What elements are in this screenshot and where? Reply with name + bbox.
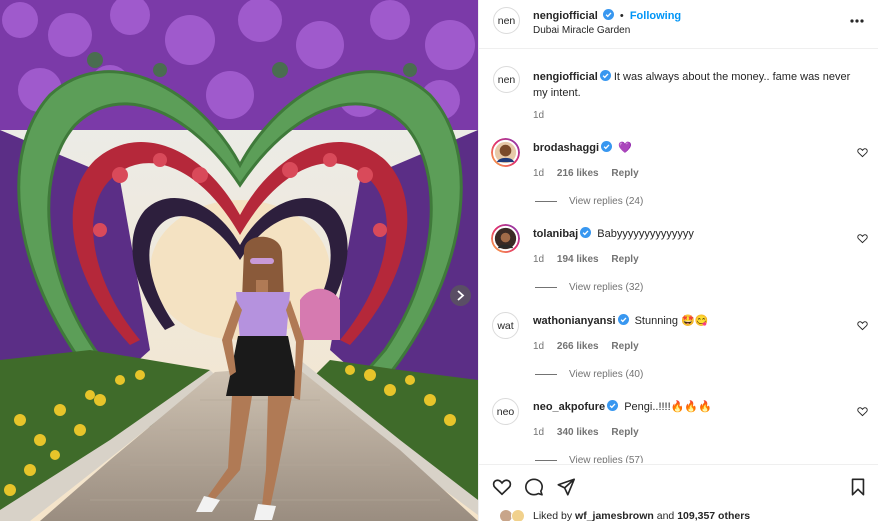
view-replies-button[interactable]: View replies (40) [535,369,643,380]
comment-body: neo_akpofure Pengi..!!!!🔥🔥🔥 [533,400,712,413]
view-replies-text: View replies (57) [569,455,644,463]
comment-body: tolanibaj Babyyyyyyyyyyyyyy [533,227,694,240]
liked-by-summary[interactable]: Liked by wf_jamesbrown and 109,357 other… [533,510,750,521]
comment-likes[interactable]: 194 likes [557,254,599,265]
comment-avatar[interactable]: neo [492,398,519,425]
comment-text: Babyyyyyyyyyyyyyy [597,228,694,240]
comment-heart-icon[interactable] [857,406,868,417]
liker-avatar [511,509,525,521]
comment-username[interactable]: wathonianyansi [533,315,616,327]
comment-meta: 1d 216 likes Reply [533,168,639,179]
view-replies-button[interactable]: View replies (24) [535,196,643,207]
liked-by-prefix: Liked by [533,510,573,521]
liked-by-count[interactable]: 109,357 others [677,510,750,521]
comment-meta: 1d 194 likes Reply [533,254,639,265]
comment-username[interactable]: tolanibaj [533,228,578,240]
view-replies-text: View replies (40) [569,369,644,380]
verified-badge-icon [601,141,613,152]
following-button[interactable]: Following [630,10,681,22]
liked-by-connector: and [656,510,675,521]
comment-likes[interactable]: 216 likes [557,168,599,179]
liked-by-user[interactable]: wf_jamesbrown [575,510,654,521]
more-options-icon[interactable] [849,13,865,29]
comment-age: 1d [533,341,545,352]
comment-avatar[interactable] [491,138,520,167]
comment-meta: 1d 340 likes Reply [533,427,639,438]
comment-text: 💜 [618,142,632,154]
comment-likes[interactable]: 266 likes [557,341,599,352]
caption-avatar-text: nen [497,73,516,86]
comment-meta: 1d 266 likes Reply [533,341,639,352]
comment-age: 1d [533,254,545,265]
heart-icon[interactable] [492,477,512,497]
view-replies-text: View replies (24) [569,196,644,207]
post-location[interactable]: Dubai Miracle Garden [533,25,630,36]
replies-divider [535,200,557,202]
header-separator: • [619,10,624,22]
reply-button[interactable]: Reply [611,427,638,438]
comment-age: 1d [533,427,545,438]
verified-badge-icon [599,70,611,81]
author-username[interactable]: nengiofficial [533,10,598,22]
comment-row: brodashaggi 💜 1d 216 likes Reply View re… [479,138,878,224]
comment-body: brodashaggi 💜 [533,141,632,154]
comment-likes[interactable]: 340 likes [557,427,599,438]
comment-row: wat wathonianyansi Stunning 🤩😋 1d 266 li… [479,311,878,397]
replies-divider [535,373,557,375]
post-photo [0,0,478,521]
caption-body: nengiofficial It was always about the mo… [533,69,863,101]
replies-divider [535,459,557,461]
header-line: nengiofficial • Following [533,9,681,22]
comment-heart-icon[interactable] [857,320,868,331]
comment-avatar-text: wat [497,319,514,332]
comment-row: tolanibaj Babyyyyyyyyyyyyyy 1d 194 likes… [479,224,878,310]
post-header: nen nengiofficial • Following Dubai Mira… [479,0,878,49]
verified-badge-icon [617,314,629,325]
caption-age: 1d [533,110,545,121]
chevron-right-icon [457,290,465,301]
caption-username[interactable]: nengiofficial [533,71,598,83]
post-actions: Liked by wf_jamesbrown and 109,357 other… [479,464,878,521]
comment-heart-icon[interactable] [857,233,868,244]
comment-body: wathonianyansi Stunning 🤩😋 [533,314,708,327]
garden-photo-illustration [0,0,478,521]
comment-age: 1d [533,168,545,179]
view-replies-text: View replies (32) [569,282,644,293]
comment-avatar[interactable] [491,224,520,253]
post-side-panel: nen nengiofficial • Following Dubai Mira… [478,0,878,521]
comment-avatar-text: neo [496,405,515,418]
author-avatar[interactable]: nen [493,7,520,34]
next-photo-button[interactable] [450,285,471,306]
reply-button[interactable]: Reply [611,341,638,352]
view-replies-button[interactable]: View replies (32) [535,282,643,293]
comment-row: neo neo_akpofure Pengi..!!!!🔥🔥🔥 1d 340 l… [479,397,878,463]
comment-heart-icon[interactable] [857,147,868,158]
reply-button[interactable]: Reply [611,168,638,179]
comment-username[interactable]: brodashaggi [533,142,599,154]
view-replies-button[interactable]: View replies (57) [535,455,643,463]
author-avatar-text: nen [497,14,516,27]
verified-badge-icon [607,400,619,411]
verified-badge-icon [580,227,592,238]
caption-avatar[interactable]: nen [493,66,520,93]
reply-button[interactable]: Reply [611,254,638,265]
comment-text: Pengi..!!!!🔥🔥🔥 [624,401,712,413]
comment-text: Stunning 🤩😋 [634,315,709,327]
comment-avatar[interactable]: wat [492,312,519,339]
comment-username[interactable]: neo_akpofure [533,401,605,413]
bookmark-icon[interactable] [848,477,868,497]
replies-divider [535,286,557,288]
share-icon[interactable] [556,477,576,497]
comments-list: nen nengiofficial It was always about th… [479,50,878,463]
verified-badge-icon [602,9,614,20]
comment-icon[interactable] [524,477,544,497]
